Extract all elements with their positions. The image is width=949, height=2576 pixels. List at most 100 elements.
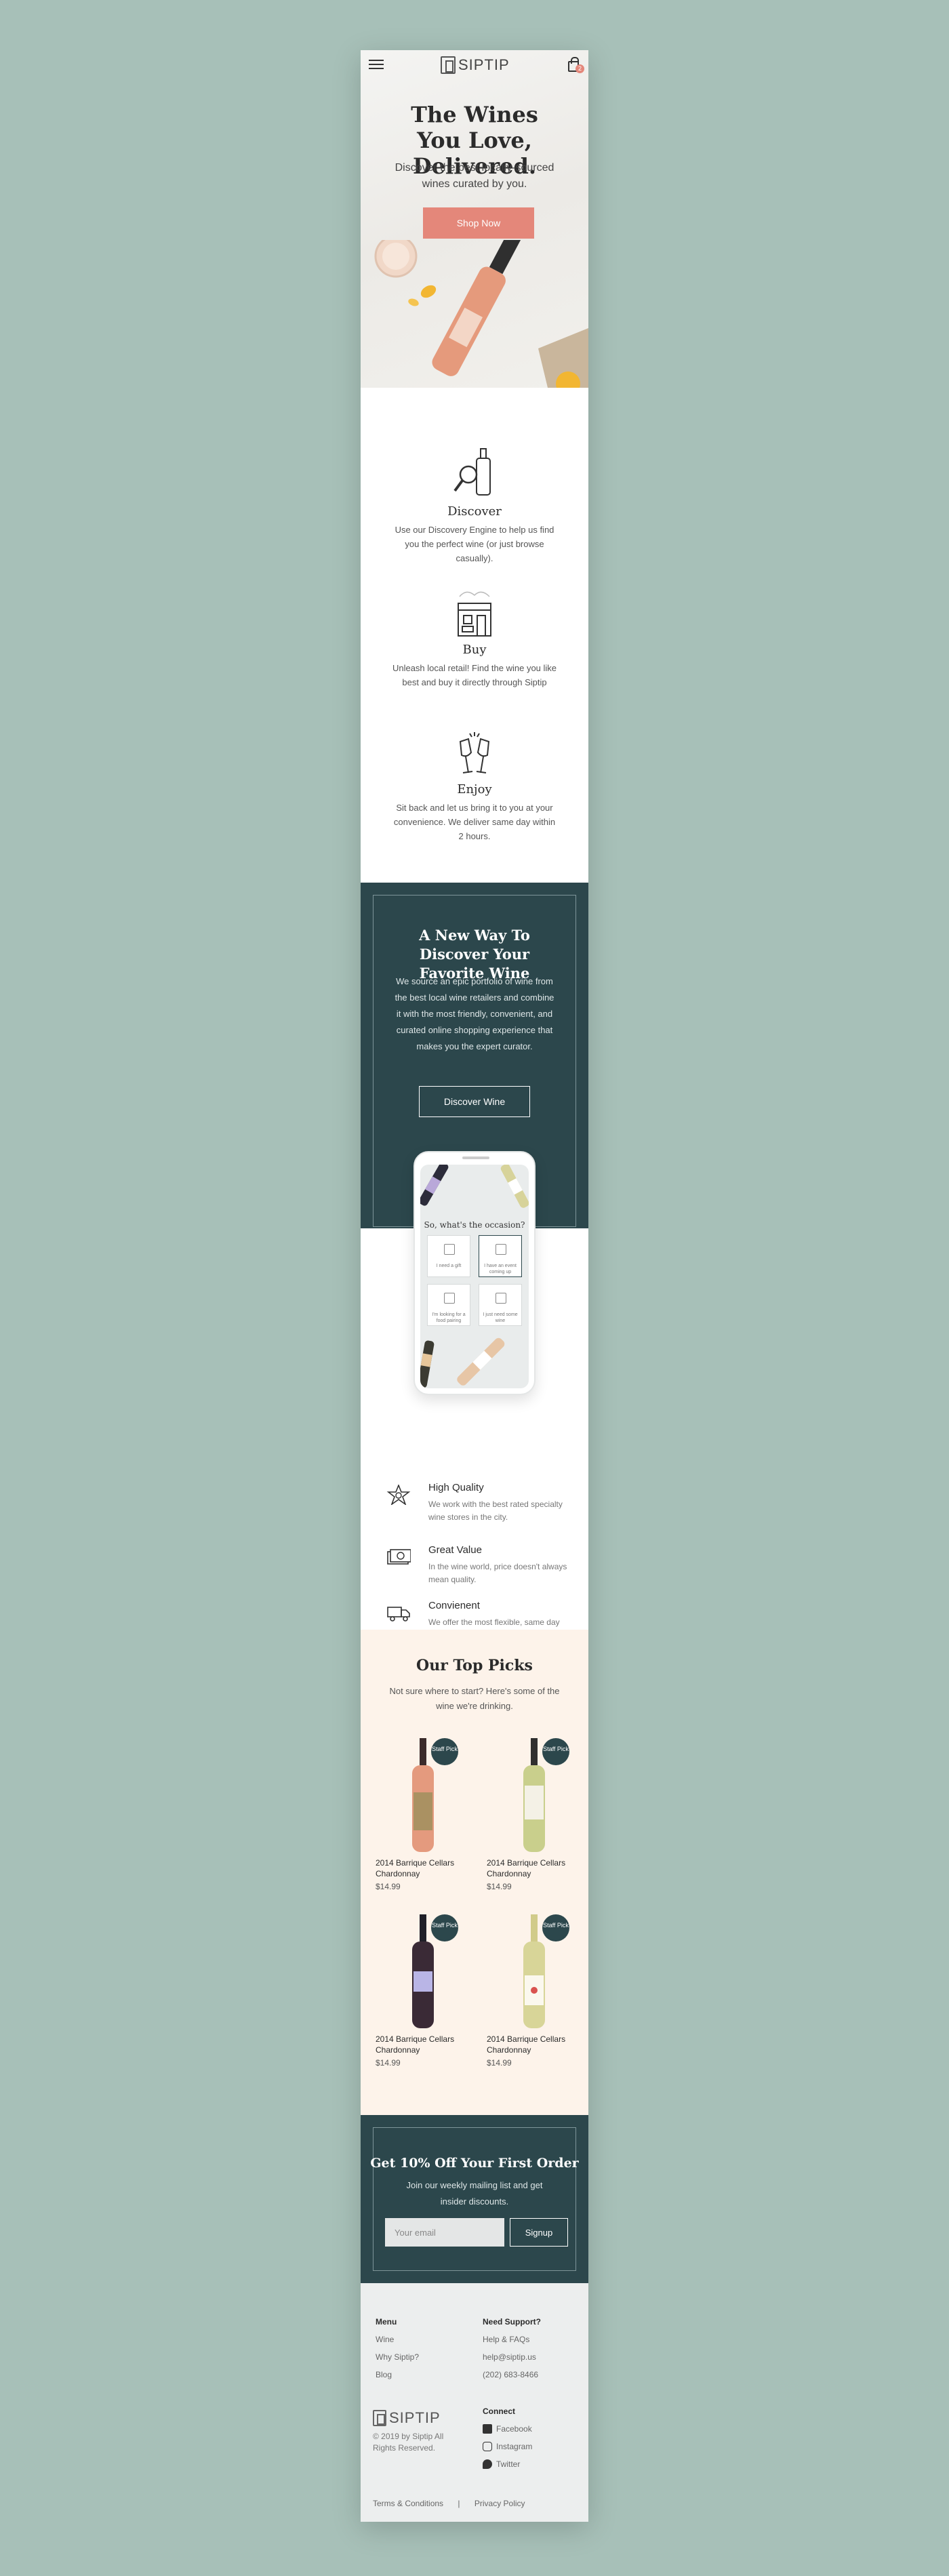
- step-body: Unleash local retail! Find the wine you …: [392, 663, 557, 687]
- gift-icon: [444, 1244, 455, 1255]
- top-bar: SIPTIP 2: [361, 50, 588, 77]
- feature-body: In the wine world, price doesn't always …: [428, 1562, 567, 1584]
- step-discover: Discover Use our Discovery Engine to hel…: [361, 446, 588, 565]
- feature-title: Great Value: [428, 1544, 482, 1556]
- new-way-body: We source an epic portfolio of wine from…: [395, 976, 554, 1051]
- footer-link-blog[interactable]: Blog: [376, 2366, 419, 2383]
- logo-mark-icon: [441, 56, 456, 74]
- footer-link-facebook[interactable]: Facebook: [483, 2420, 532, 2438]
- mobile-page: SIPTIP 2 The Wines You Love, Delivered. …: [361, 50, 588, 2522]
- footer-connect: Connect Facebook Instagram Twitter: [483, 2402, 532, 2473]
- cart-count-badge: 2: [576, 64, 584, 73]
- logo-mark-icon: [373, 2410, 386, 2426]
- staff-pick-badge: Staff Pick: [431, 1914, 458, 1941]
- footer-logo[interactable]: SIPTIP: [373, 2409, 441, 2427]
- hero-subtitle: Discover the best locally-sourced wines …: [395, 162, 554, 190]
- product-name: 2014 Barrique Cellars Chardonnay: [487, 1858, 566, 1878]
- footer-link-email[interactable]: help@siptip.us: [483, 2348, 541, 2366]
- hero-wine-image: [374, 240, 588, 388]
- privacy-link[interactable]: Privacy Policy: [474, 2499, 525, 2508]
- product-price: $14.99: [487, 2058, 512, 2068]
- terms-link[interactable]: Terms & Conditions: [373, 2499, 443, 2508]
- newsletter-title: Get 10% Off Your First Order: [370, 2156, 579, 2171]
- top-picks-subtitle: Not sure where to start? Here's some of …: [389, 1686, 560, 1711]
- footer-menu-title: Menu: [376, 2317, 397, 2327]
- step-enjoy: Enjoy Sit back and let us bring it to yo…: [361, 731, 588, 843]
- product-card[interactable]: Staff Pick 2014 Barrique Cellars Chardon…: [376, 1738, 470, 1894]
- footer-link-phone[interactable]: (202) 683-8466: [483, 2366, 541, 2383]
- bottles-bottom-image: [420, 1337, 505, 1388]
- feature-title: Convienent: [428, 1600, 480, 1611]
- features-section: High Quality We work with the best rated…: [361, 1440, 588, 1640]
- occasion-option[interactable]: I have an event coming up: [479, 1235, 522, 1277]
- occasion-option[interactable]: I need a gift: [427, 1235, 470, 1277]
- step-body: Use our Discovery Engine to help us find…: [395, 525, 554, 563]
- legal-separator: |: [458, 2499, 460, 2508]
- staff-pick-badge: Staff Pick: [542, 1738, 569, 1765]
- product-name: 2014 Barrique Cellars Chardonnay: [376, 2034, 455, 2055]
- footer-link-twitter[interactable]: Twitter: [483, 2455, 532, 2473]
- hero-section: SIPTIP 2 The Wines You Love, Delivered. …: [361, 50, 588, 388]
- footer-connect-title: Connect: [483, 2407, 515, 2416]
- instagram-icon: [483, 2442, 492, 2451]
- footer-link-why-siptip[interactable]: Why Siptip?: [376, 2348, 419, 2366]
- signup-button[interactable]: Signup: [510, 2218, 568, 2247]
- brand-name: SIPTIP: [458, 56, 510, 73]
- staff-pick-badge: Staff Pick: [431, 1738, 458, 1765]
- product-price: $14.99: [487, 1882, 512, 1891]
- money-icon: [387, 1549, 411, 1565]
- copyright: © 2019 by Siptip All Rights Reserved.: [373, 2432, 444, 2453]
- step-body: Sit back and let us bring it to you at y…: [393, 803, 556, 841]
- step-buy: Buy Unleash local retail! Find the wine …: [361, 587, 588, 689]
- brand-logo[interactable]: SIPTIP: [441, 56, 510, 75]
- wine-icon: [496, 1293, 506, 1304]
- bottles-top-image: [420, 1165, 529, 1208]
- footer: Menu Wine Why Siptip? Blog Need Support?…: [361, 2283, 588, 2522]
- staff-pick-badge: Staff Pick: [542, 1914, 569, 1941]
- menu-icon[interactable]: [369, 60, 384, 69]
- product-name: 2014 Barrique Cellars Chardonnay: [376, 1858, 455, 1878]
- how-it-works-section: Discover Use our Discovery Engine to hel…: [361, 388, 588, 883]
- delivery-truck-icon: [387, 1607, 410, 1622]
- twitter-icon: [483, 2459, 492, 2469]
- step-title: Discover: [447, 504, 502, 519]
- legal-links: Terms & Conditions | Privacy Policy: [373, 2499, 525, 2508]
- occasion-option[interactable]: I just need some wine: [479, 1284, 522, 1326]
- occasion-question: So, what's the occasion?: [424, 1220, 525, 1230]
- star-badge-icon: [386, 1485, 411, 1505]
- feature-title: High Quality: [428, 1482, 484, 1493]
- facebook-icon: [483, 2424, 492, 2434]
- product-card[interactable]: Staff Pick 2014 Barrique Cellars Chardon…: [487, 1914, 582, 2070]
- discover-icon: [453, 448, 491, 496]
- product-card[interactable]: Staff Pick 2014 Barrique Cellars Chardon…: [487, 1738, 582, 1894]
- product-card[interactable]: Staff Pick 2014 Barrique Cellars Chardon…: [376, 1914, 470, 2070]
- footer-support: Need Support? Help & FAQs help@siptip.us…: [483, 2313, 541, 2383]
- footer-link-instagram[interactable]: Instagram: [483, 2438, 532, 2455]
- event-icon: [496, 1244, 506, 1255]
- product-price: $14.99: [376, 1882, 401, 1891]
- wine-glasses-icon: [459, 732, 490, 773]
- discover-wine-button[interactable]: Discover Wine: [419, 1086, 530, 1117]
- product-price: $14.99: [376, 2058, 401, 2068]
- phone-notch: [462, 1156, 489, 1159]
- feature-body: We work with the best rated specialty wi…: [428, 1500, 563, 1522]
- footer-support-title: Need Support?: [483, 2317, 541, 2327]
- occasion-option[interactable]: I'm looking for a food pairing: [427, 1284, 470, 1326]
- cart-icon[interactable]: 2: [567, 57, 584, 73]
- step-title: Buy: [462, 643, 487, 657]
- food-pairing-icon: [444, 1293, 455, 1304]
- footer-menu: Menu Wine Why Siptip? Blog: [376, 2313, 419, 2383]
- email-input[interactable]: [385, 2218, 504, 2247]
- top-picks-title: Our Top Picks: [416, 1657, 533, 1674]
- newsletter-section: Get 10% Off Your First Order Join our we…: [361, 2115, 588, 2283]
- phone-screen: So, what's the occasion? I need a gift I…: [420, 1165, 529, 1388]
- storefront-icon: [458, 591, 491, 637]
- footer-brand-name: SIPTIP: [389, 2409, 441, 2426]
- newsletter-body: Join our weekly mailing list and get ins…: [406, 2180, 543, 2207]
- footer-link-help[interactable]: Help & FAQs: [483, 2331, 541, 2348]
- step-title: Enjoy: [457, 782, 492, 797]
- footer-link-wine[interactable]: Wine: [376, 2331, 419, 2348]
- app-phone-mockup: So, what's the occasion? I need a gift I…: [413, 1151, 536, 1395]
- top-picks-section: Our Top Picks Not sure where to start? H…: [361, 1630, 588, 2115]
- shop-now-button[interactable]: Shop Now: [423, 207, 534, 239]
